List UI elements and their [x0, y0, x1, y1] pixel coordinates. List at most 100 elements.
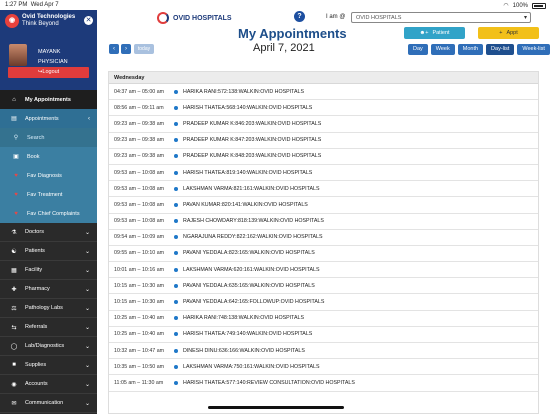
appointment-row[interactable]: 04:37 am – 05:00 am HARIKA RANI:572:138:W… — [109, 84, 538, 101]
brand-name: OVID HOSPITALS — [173, 14, 232, 22]
submenu-item-fav-diagnosis[interactable]: ♥ Fav Diagnosis — [0, 166, 97, 185]
appointment-time: 10:01 am – 10:16 am — [114, 266, 165, 273]
appointment-title: HARISH THATEA:577:140:REVIEW CONSULTATIO… — [183, 379, 355, 386]
appointment-time: 10:32 am – 10:47 am — [114, 347, 165, 354]
submenu-item-book[interactable]: ▣ Book — [0, 147, 97, 166]
appointment-time: 09:53 am – 10:08 am — [114, 201, 165, 208]
appointment-row[interactable]: 09:53 am – 10:08 am RAJESH CHOWDARY:818:1… — [109, 214, 538, 230]
sidebar-item-communication[interactable]: ✉ Communication ⌄ — [0, 394, 97, 413]
appointment-time: 10:15 am – 10:30 am — [114, 282, 165, 289]
view-month-button[interactable]: Month — [457, 44, 484, 55]
avatar — [9, 44, 27, 66]
appointment-time: 09:53 am – 10:08 am — [114, 218, 165, 225]
view-week-list-button[interactable]: Week-list — [517, 44, 550, 55]
pharmacy-icon: ✚ — [11, 286, 17, 293]
sidebar-item-doctors[interactable]: ⚗ Doctors ⌄ — [0, 223, 97, 242]
chevron-down-icon: ⌄ — [84, 400, 90, 407]
sidebar-item-label: Supplies — [25, 362, 47, 368]
submenu-item-search[interactable]: ⚲ Search — [0, 128, 97, 147]
appointment-time: 10:25 am – 10:40 am — [114, 315, 165, 322]
referral-icon: ⇆ — [11, 324, 17, 331]
sidebar-item-referrals[interactable]: ⇆ Referrals ⌄ — [0, 318, 97, 337]
appointment-row[interactable]: 08:56 am – 09:11 am HARISH THATEA:568:140… — [109, 100, 538, 117]
sidebar-profile: ◉ Ovid Technologies Think Beyond ✕ MAYAN… — [0, 10, 97, 90]
appointment-row[interactable]: 10:32 am – 10:47 am DINESH DINU:636:166:W… — [109, 343, 538, 360]
appointment-row[interactable]: 10:25 am – 10:40 am HARIKA RANI:748:138:W… — [109, 311, 538, 327]
calendar-icon: ▤ — [11, 116, 17, 122]
event-dot-icon — [174, 154, 178, 159]
appointment-row[interactable]: 09:53 am – 10:08 am HARISH THATEA:819:140… — [109, 165, 538, 182]
appointment-time: 09:53 am – 10:08 am — [114, 185, 165, 192]
page-title: My Appointments — [238, 26, 347, 41]
plus-icon: + — [499, 30, 503, 36]
appointment-row[interactable]: 11:05 am – 11:30 am HARISH THATEA:577:140… — [109, 375, 538, 392]
appointment-row[interactable]: 09:23 am – 09:38 am PRADEEP KUMAR K:847:2… — [109, 133, 538, 149]
appointment-time: 10:25 am – 10:40 am — [114, 331, 165, 338]
appointment-title: PAVAN KUMAR:820:141:WALKIN:OVID HOSPITAL… — [183, 201, 308, 208]
add-appt-button[interactable]: + Appt — [478, 27, 539, 39]
appointment-row[interactable]: 10:35 am – 10:50 am LAKSHMAN VARMA:750:16… — [109, 359, 538, 376]
event-dot-icon — [174, 186, 178, 191]
chevron-right-icon: › — [125, 46, 127, 52]
chevron-down-icon: ⌄ — [84, 267, 90, 274]
sidebar-item-pharmacy[interactable]: ✚ Pharmacy ⌄ — [0, 280, 97, 299]
sidebar-item-appointments[interactable]: ▤ Appointments ‹ — [0, 109, 97, 128]
hospital-select-value: OVID HOSPITALS — [356, 15, 402, 21]
sidebar-item-facility[interactable]: ▦ Facility ⌄ — [0, 261, 97, 280]
event-dot-icon — [174, 202, 178, 207]
today-button[interactable]: today — [134, 44, 154, 54]
appointment-row[interactable]: 09:23 am – 09:38 am PRADEEP KUMAR K:846:2… — [109, 116, 538, 133]
view-week-button[interactable]: Week — [430, 44, 455, 55]
add-user-icon: ☻+ — [419, 30, 429, 36]
wifi-icon: ◠ — [503, 3, 509, 9]
close-icon[interactable]: ✕ — [84, 16, 93, 25]
appointment-title: HARIKA RANI:572:138:WALKIN:OVID HOSPITAL… — [183, 88, 304, 95]
appointment-title: PRADEEP KUMAR K:847:203:WALKIN:OVID HOSP… — [183, 137, 322, 144]
sidebar-item-supplies[interactable]: ■ Supplies ⌄ — [0, 356, 97, 375]
appointment-title: NGARAJUNA REDDY:822:162:WALKIN:OVID HOSP… — [183, 234, 323, 241]
event-dot-icon — [174, 138, 178, 143]
appointment-time: 10:15 am – 10:30 am — [114, 299, 165, 306]
submenu-item-fav-treatment[interactable]: ♥ Fav Treatment — [0, 185, 97, 204]
sidebar-item-patients[interactable]: ☯ Patients ⌄ — [0, 242, 97, 261]
heart-icon: ♥ — [14, 172, 18, 179]
event-dot-icon — [174, 105, 178, 110]
event-dot-icon — [174, 267, 178, 272]
appointment-row[interactable]: 09:53 am – 10:08 am LAKSHMAN VARMA:821:16… — [109, 181, 538, 198]
chevron-down-icon: ⌄ — [84, 381, 90, 388]
add-patient-button[interactable]: ☻+ Patient — [404, 27, 465, 39]
sidebar-item-label: My Appointments — [25, 96, 71, 103]
sidebar-item-accounts[interactable]: ◉ Accounts ⌄ — [0, 375, 97, 394]
appointment-row[interactable]: 09:55 am – 10:10 am PAVANI YEDDALA:823:16… — [109, 246, 538, 263]
sidebar-item-my-appointments[interactable]: ⌂ My Appointments — [0, 90, 97, 109]
hospital-brand: OVID HOSPITALS — [157, 12, 232, 24]
sidebar-item-label: Doctors — [25, 229, 44, 235]
event-dot-icon — [174, 332, 178, 337]
heart-icon: ♥ — [14, 210, 18, 217]
appointment-row[interactable]: 10:01 am – 10:16 am LAKSHMAN VARMA:620:16… — [109, 262, 538, 279]
view-day-button[interactable]: Day — [408, 44, 428, 55]
prev-button[interactable]: ‹ — [109, 44, 119, 54]
sidebar-item-pathology-labs[interactable]: ⚖ Pathology Labs ⌄ — [0, 299, 97, 318]
logout-button[interactable]: ↪Logout — [8, 67, 89, 78]
submenu-item-fav-chief-complaints[interactable]: ♥ Fav Chief Complaints — [0, 204, 97, 223]
view-day-list-button[interactable]: Day-list — [486, 44, 515, 55]
appointment-row[interactable]: 10:15 am – 10:30 am PAVANI YEDDALA:642:16… — [109, 294, 538, 311]
hospital-select[interactable]: OVID HOSPITALS ▾ — [351, 12, 531, 23]
appointment-row[interactable]: 10:15 am – 10:30 am PAVANI YEDDALA:635:16… — [109, 278, 538, 295]
event-dot-icon — [174, 235, 178, 240]
appointment-title: DINESH DINU:636:166:WALKIN:OVID HOSPITAL… — [183, 347, 305, 354]
next-button[interactable]: › — [121, 44, 131, 54]
sidebar-item-lab-diagnostics[interactable]: ◯ Lab/Diagnostics ⌄ — [0, 337, 97, 356]
appointment-row[interactable]: 09:54 am – 10:09 am NGARAJUNA REDDY:822:1… — [109, 230, 538, 246]
help-icon[interactable]: ? — [294, 11, 305, 22]
appointment-list: Wednesday 04:37 am – 05:00 am HARIKA RANI… — [108, 71, 539, 414]
appointment-row[interactable]: 09:53 am – 10:08 am PAVAN KUMAR:820:141:W… — [109, 197, 538, 214]
appointment-row[interactable]: 10:25 am – 10:40 am HARISH THATEA:749:140… — [109, 327, 538, 343]
appointment-time: 09:54 am – 10:09 am — [114, 234, 165, 241]
appointment-title: PRADEEP KUMAR K:846:203:WALKIN:OVID HOSP… — [183, 120, 322, 127]
chevron-down-icon: ⌄ — [84, 229, 90, 236]
appointment-row[interactable]: 09:23 am – 09:38 am PRADEEP KUMAR K:848:2… — [109, 149, 538, 165]
appointment-title: LAKSHMAN VARMA:821:161:WALKIN:OVID HOSPI… — [183, 185, 320, 192]
chevron-down-icon: ⌄ — [84, 324, 90, 331]
